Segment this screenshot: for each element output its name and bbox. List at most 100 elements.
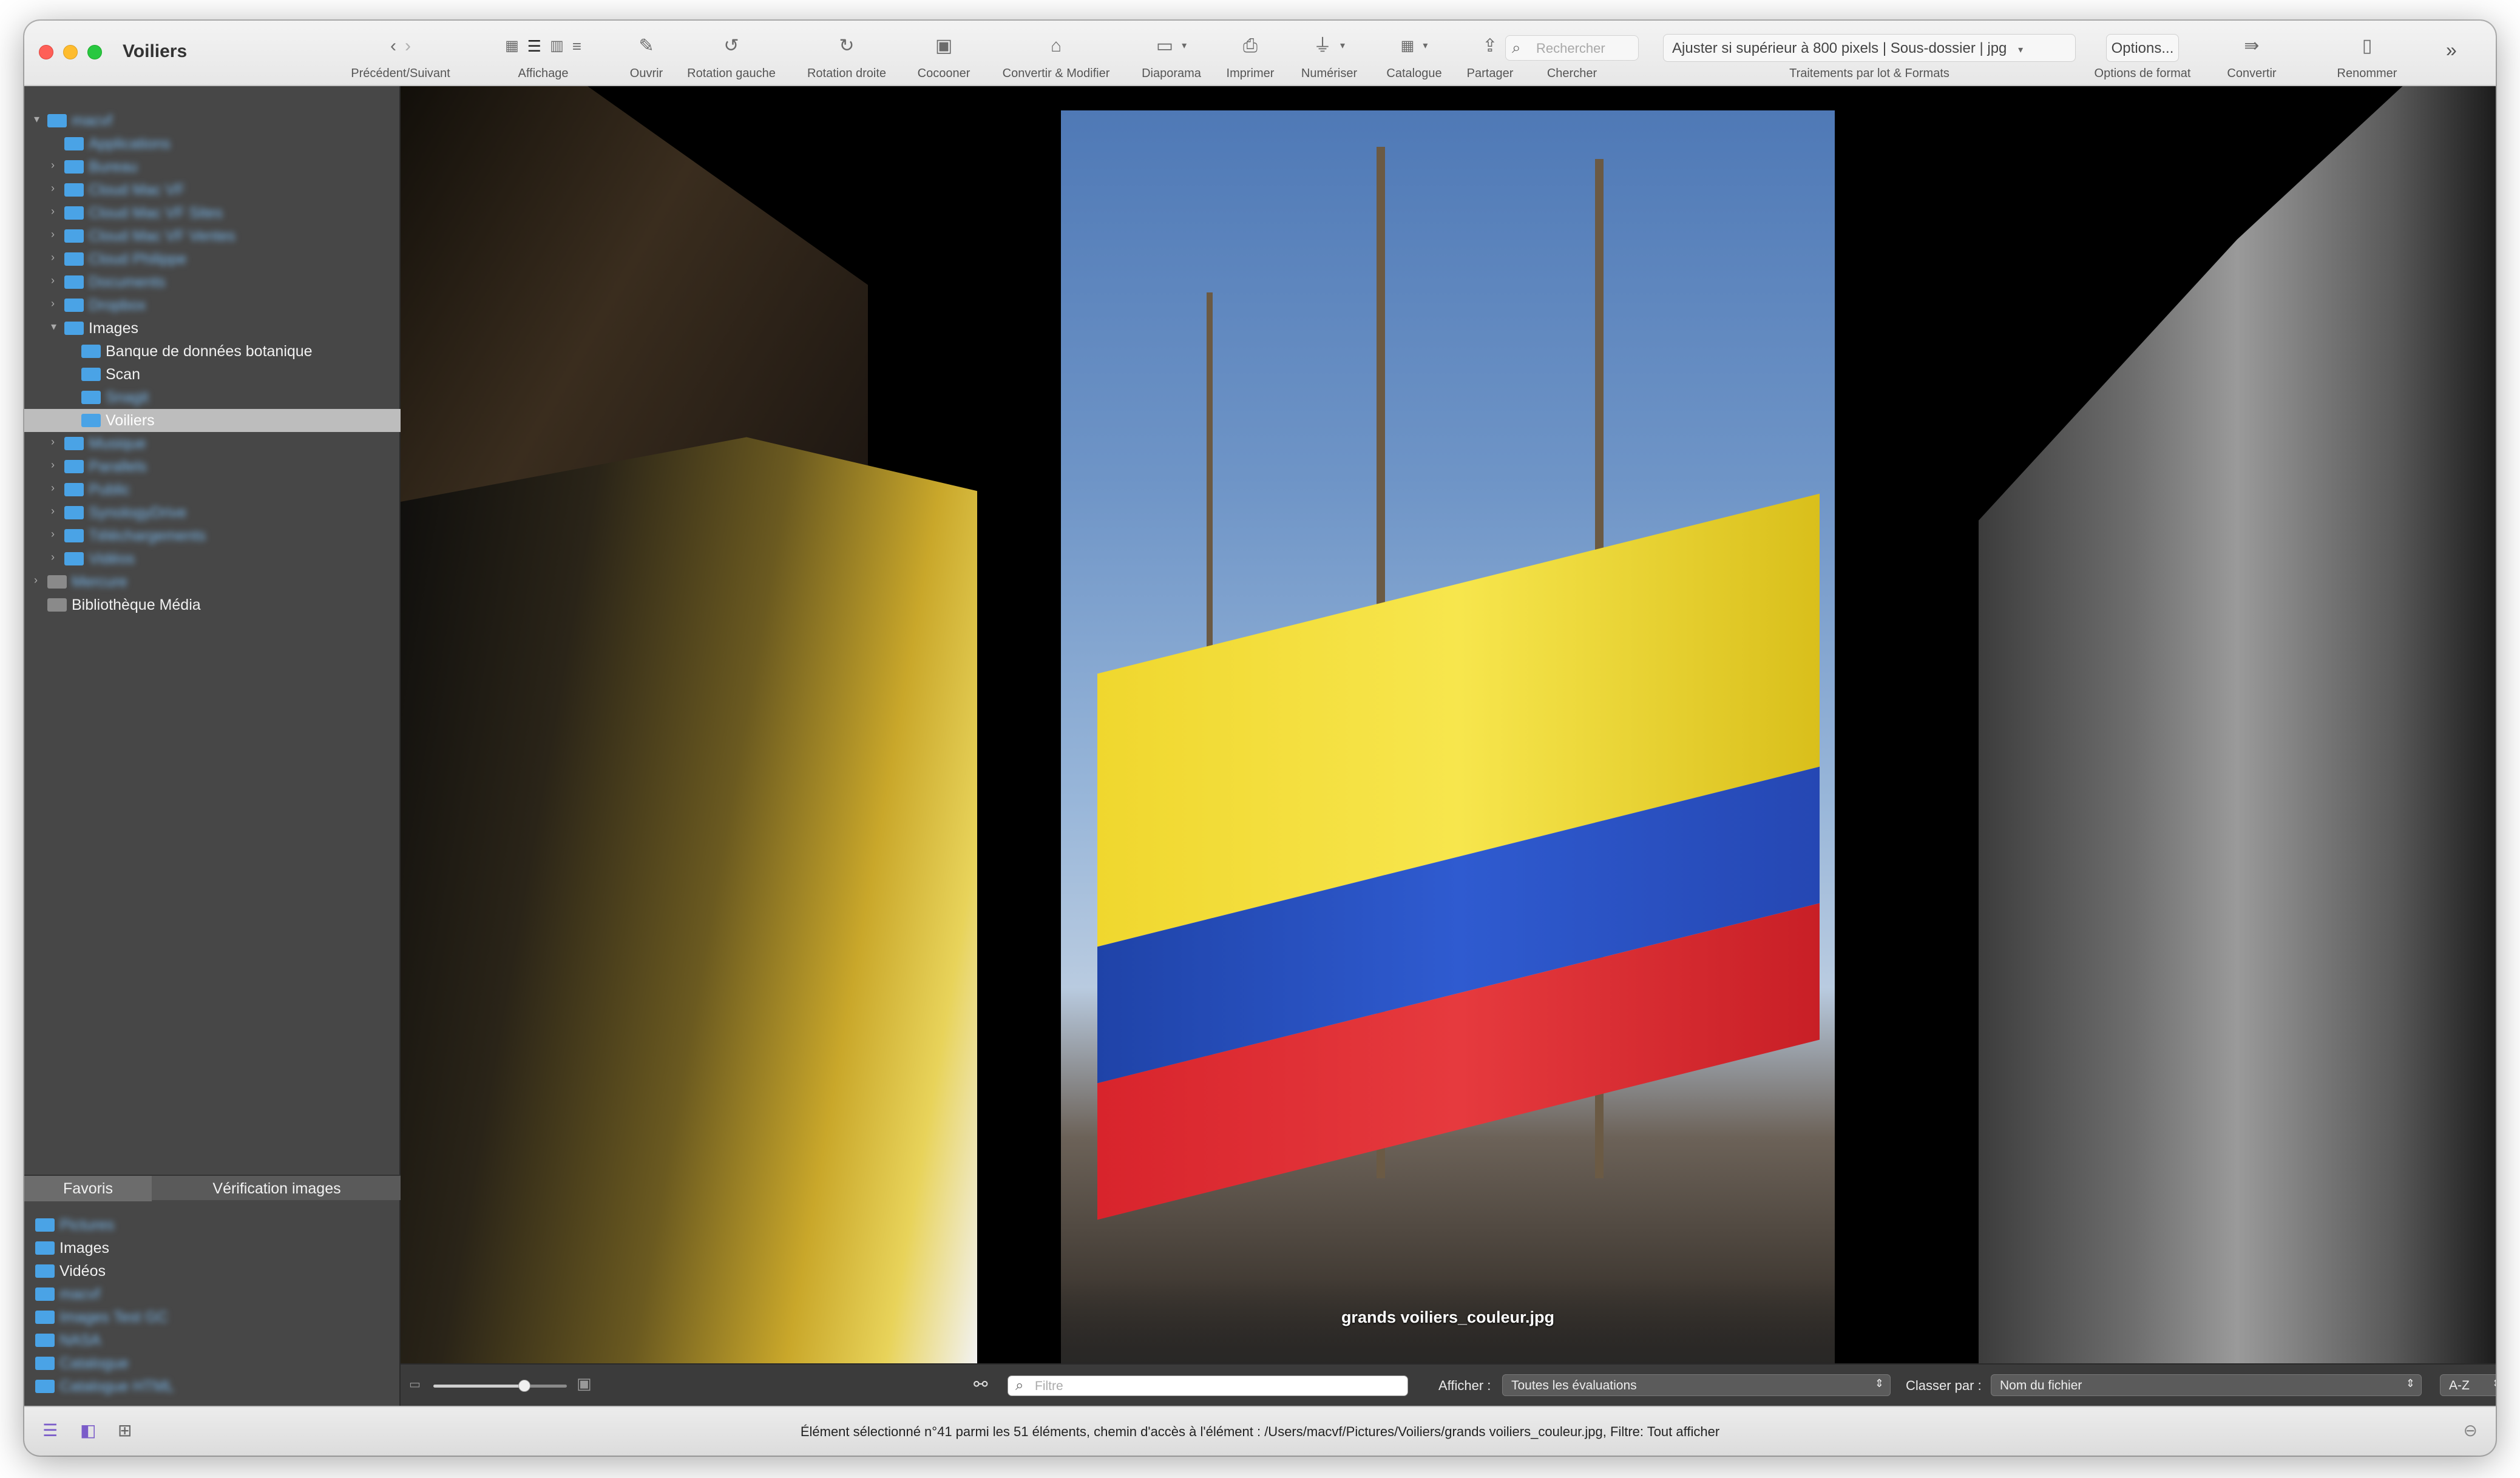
detail-list-icon[interactable]: ≡ bbox=[572, 38, 581, 54]
filter-input[interactable]: ⌕ Filtre bbox=[1008, 1375, 1408, 1396]
favorite-item[interactable]: Catalogue bbox=[24, 1352, 401, 1375]
disclosure-collapsed-icon[interactable]: › bbox=[51, 297, 55, 310]
zoom-window-button[interactable] bbox=[87, 45, 102, 59]
sidebar-folder-item[interactable]: ▾ Images bbox=[24, 317, 401, 340]
filmstrip-icon[interactable]: ▥ bbox=[550, 39, 564, 53]
sidebar-folder-item[interactable]: Scan bbox=[24, 363, 401, 386]
sidebar-folder-item[interactable]: › Cloud Mac VF Sites bbox=[24, 201, 401, 224]
rename-button[interactable]: ▯ Renommer bbox=[2337, 21, 2397, 86]
scan-button[interactable]: ⏚ ▾ Numériser bbox=[1299, 21, 1360, 86]
toolbar-overflow-icon[interactable]: » bbox=[2446, 39, 2457, 61]
show-label: Afficher : bbox=[1438, 1378, 1491, 1393]
convert-button[interactable]: ⇛ Convertir bbox=[2221, 21, 2282, 86]
format-options-button[interactable]: Options... bbox=[2106, 34, 2179, 62]
sidebar-folder-item[interactable]: › Cloud Mac VF Ventes bbox=[24, 224, 401, 248]
search-input[interactable]: ⌕ Rechercher bbox=[1505, 35, 1639, 61]
cocoon-button[interactable]: ▣ Cocooner bbox=[916, 21, 971, 86]
favorite-label: macvf bbox=[59, 1286, 100, 1303]
tab-verification-images[interactable]: Vérification images bbox=[153, 1176, 401, 1201]
sidebar-folder-item[interactable]: Banque de données botanique bbox=[24, 340, 401, 363]
print-button[interactable]: ⎙ Imprimer bbox=[1223, 21, 1278, 86]
rotate-right-icon: ↻ bbox=[839, 36, 855, 56]
favorite-item[interactable]: Vidéos bbox=[24, 1260, 401, 1283]
sidebar-folder-item[interactable]: Voiliers bbox=[24, 409, 401, 432]
rotate-right-button[interactable]: ↻ Rotation droite bbox=[807, 21, 886, 86]
favorite-item[interactable]: Images Test GC bbox=[24, 1306, 401, 1329]
open-button[interactable]: ✎ Ouvrir bbox=[622, 21, 671, 86]
favorite-item[interactable]: macvf bbox=[24, 1283, 401, 1306]
rating-filter-select[interactable]: Toutes les évaluations ⇕ bbox=[1502, 1374, 1891, 1396]
folder-icon bbox=[35, 1264, 55, 1278]
folder-icon bbox=[47, 114, 67, 127]
favorite-item[interactable]: Images bbox=[24, 1237, 401, 1260]
disclosure-collapsed-icon[interactable]: › bbox=[34, 574, 38, 587]
favorite-item[interactable]: NASA bbox=[24, 1329, 401, 1352]
sidebar-folder-item[interactable]: › Public bbox=[24, 478, 401, 501]
up-down-chevron-icon: ⇕ bbox=[2405, 1377, 2415, 1389]
close-window-button[interactable] bbox=[39, 45, 53, 59]
selected-image[interactable]: grands voiliers_couleur.jpg bbox=[1061, 110, 1835, 1363]
folder-icon bbox=[64, 529, 84, 542]
batch-preset-select[interactable]: Ajuster si supérieur à 800 pixels | Sous… bbox=[1663, 34, 2076, 62]
cocoon-icon: ▣ bbox=[935, 36, 953, 56]
disclosure-collapsed-icon[interactable]: › bbox=[51, 182, 55, 195]
collapse-icon[interactable]: ⊖ bbox=[2464, 1420, 2478, 1440]
list-icon[interactable]: ☰ bbox=[527, 38, 541, 54]
disclosure-collapsed-icon[interactable]: › bbox=[51, 551, 55, 564]
zoom-slider-knob[interactable] bbox=[518, 1380, 530, 1392]
sidebar-folder-item[interactable]: › Musique bbox=[24, 432, 401, 455]
sidebar-folder-item[interactable]: › Vidéos bbox=[24, 547, 401, 570]
disclosure-expanded-icon[interactable]: ▾ bbox=[51, 320, 56, 333]
disclosure-collapsed-icon[interactable]: › bbox=[51, 482, 55, 494]
sidebar-folder-label: macvf bbox=[72, 112, 112, 129]
sidebar-folder-item[interactable]: Snagit bbox=[24, 386, 401, 409]
disclosure-expanded-icon[interactable]: ▾ bbox=[34, 113, 39, 126]
sidebar-folder-item[interactable]: ▾ macvf bbox=[24, 109, 401, 132]
small-thumbnail-icon: ▭ bbox=[409, 1378, 421, 1391]
favorite-item[interactable]: Pictures bbox=[24, 1213, 401, 1237]
sort-order-select[interactable]: A-Z ⇕ bbox=[2440, 1374, 2496, 1396]
disclosure-collapsed-icon[interactable]: › bbox=[51, 228, 55, 241]
sidebar-folder-item[interactable]: › Dropbox bbox=[24, 294, 401, 317]
sidebar-folder-label: Cloud Mac VF Sites bbox=[89, 204, 223, 221]
sidebar-folder-item[interactable]: › Cloud Mac VF bbox=[24, 178, 401, 201]
slideshow-button[interactable]: ▭ ▾ Diaporama bbox=[1141, 21, 1202, 86]
disclosure-collapsed-icon[interactable]: › bbox=[51, 459, 55, 471]
favorite-item[interactable]: Catalogue HTML bbox=[24, 1375, 401, 1398]
disclosure-collapsed-icon[interactable]: › bbox=[51, 528, 55, 541]
zoom-slider[interactable] bbox=[433, 1380, 567, 1392]
search-icon: ⌕ bbox=[1015, 1377, 1024, 1394]
minimize-window-button[interactable] bbox=[63, 45, 78, 59]
glasses-icon[interactable]: ⚯ bbox=[974, 1374, 987, 1394]
sort-order-value: A-Z bbox=[2449, 1378, 2470, 1392]
sidebar-folder-item[interactable]: › Mercure bbox=[24, 570, 401, 593]
sidebar-folder-item[interactable]: › Bureau bbox=[24, 155, 401, 178]
sidebar-folder-item[interactable]: Applications bbox=[24, 132, 401, 155]
sidebar-folder-item[interactable]: › Téléchargements bbox=[24, 524, 401, 547]
disclosure-collapsed-icon[interactable]: › bbox=[51, 205, 55, 218]
sidebar-folder-item[interactable]: › Parallels bbox=[24, 455, 401, 478]
convert-modify-button[interactable]: ⌂ Convertir & Modifier bbox=[1003, 21, 1110, 86]
sidebar-folder-item[interactable]: › Documents bbox=[24, 271, 401, 294]
sidebar-folder-item[interactable]: › Cloud Philippe bbox=[24, 248, 401, 271]
catalog-button[interactable]: ▦ ▾ Catalogue bbox=[1384, 21, 1445, 86]
sidebar-folder-label: Mercure bbox=[72, 573, 127, 590]
sort-select[interactable]: Nom du fichier ⇕ bbox=[1991, 1374, 2422, 1396]
rotate-left-button[interactable]: ↺ Rotation gauche bbox=[687, 21, 776, 86]
folder-icon bbox=[64, 483, 84, 496]
tab-favoris[interactable]: Favoris bbox=[24, 1176, 152, 1201]
disclosure-collapsed-icon[interactable]: › bbox=[51, 251, 55, 264]
disclosure-collapsed-icon[interactable]: › bbox=[51, 436, 55, 448]
sidebar: ▾ macvf Applications › Bureau › Cloud Mac VF › C… bbox=[24, 86, 401, 1406]
disclosure-collapsed-icon[interactable]: › bbox=[51, 159, 55, 172]
chevron-left-icon[interactable]: ‹ bbox=[390, 37, 396, 55]
disclosure-collapsed-icon[interactable]: › bbox=[51, 274, 55, 287]
grid-icon[interactable]: ▦ bbox=[505, 39, 519, 53]
next-image-preview[interactable] bbox=[1979, 86, 2496, 1363]
folder-icon bbox=[47, 598, 67, 612]
sidebar-folder-item[interactable]: Bibliothèque Média bbox=[24, 593, 401, 616]
sidebar-folder-item[interactable]: › SynologyDrive bbox=[24, 501, 401, 524]
sort-label: Classer par : bbox=[1906, 1378, 1982, 1393]
disclosure-collapsed-icon[interactable]: › bbox=[51, 505, 55, 518]
chevron-right-icon[interactable]: › bbox=[405, 37, 411, 55]
